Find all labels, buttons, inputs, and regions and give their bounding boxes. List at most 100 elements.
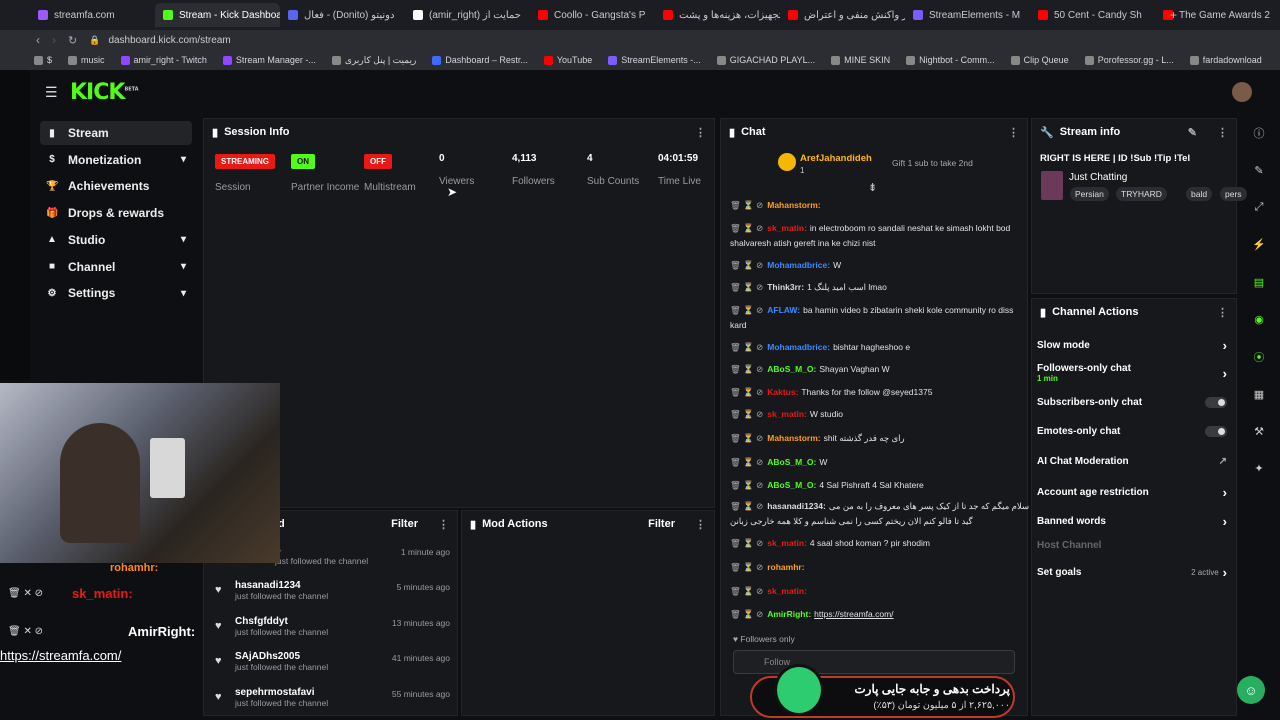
bookmark-item[interactable]: Porofessor.gg - L...	[1084, 55, 1174, 65]
tab-2[interactable]: Stream - Kick Dashboard	[155, 3, 280, 27]
channel-action-ai-chat-moderation[interactable]: AI Chat Moderation ↗	[1037, 456, 1227, 467]
chat-input[interactable]: Follow	[733, 650, 1015, 674]
channel-action-subscribers-only-chat[interactable]: Subscribers-only chat	[1037, 397, 1227, 408]
sidebar-item-studio[interactable]: ▲ Studio ▾	[40, 228, 192, 252]
toggle-switch[interactable]	[1205, 397, 1227, 408]
more-options-icon[interactable]: ⋮	[438, 518, 449, 531]
mod-action-icons[interactable]: 🗑 ⏳ ⊘	[730, 433, 763, 443]
chat-username[interactable]: Kaktus:	[767, 387, 798, 397]
chat-username[interactable]: Mohamadbrice:	[767, 342, 830, 352]
bookmark-item[interactable]: Clip Queue	[1010, 55, 1069, 65]
mod-action-icons[interactable]: 🗑 ⏳ ⊘	[730, 223, 763, 233]
bookmark-item[interactable]: music	[68, 55, 105, 65]
mod-action-icons[interactable]: 🗑 ⏳ ⊘	[730, 609, 763, 619]
sidebar-item-settings[interactable]: ⚙ Settings ▾	[40, 281, 192, 305]
bookmark-item[interactable]: Stream Manager -...	[222, 55, 316, 65]
bookmark-item[interactable]: StreamElements -...	[608, 55, 701, 65]
page-icon[interactable]: ▤	[1250, 273, 1268, 291]
more-options-icon[interactable]: ⋮	[1217, 126, 1228, 139]
tab-6[interactable]: تجهیزات، هزینه‌ها و پشت	[655, 3, 780, 27]
mod-action-icons[interactable]: 🗑 ⏳ ⊘	[730, 562, 763, 572]
bookmark-item[interactable]: YouTube	[543, 55, 592, 65]
sidebar-item-achievements[interactable]: 🏆 Achievements	[40, 174, 192, 198]
chat-username[interactable]: sk_matin:	[767, 586, 807, 596]
mod-action-icons[interactable]: 🗑 ⏳ ⊘	[730, 457, 763, 467]
mod-action-icons[interactable]: 🗑 ⏳ ⊘	[730, 260, 763, 270]
chat-username[interactable]: ABoS_M_O:	[767, 364, 816, 374]
hamburger-menu-icon[interactable]: ☰	[45, 84, 58, 101]
tab-3[interactable]: فعال - (Donito) دونیتو	[280, 3, 405, 27]
bookmark-item[interactable]: MINE SKIN	[831, 55, 890, 65]
chat-username[interactable]: rohamhr:	[767, 562, 804, 572]
chat-username[interactable]: AFLAW:	[767, 305, 800, 315]
mod-action-icons[interactable]: 🗑 ⏳ ⊘	[730, 342, 763, 352]
tag[interactable]: pers	[1220, 187, 1247, 201]
chat-username[interactable]: hasanadi1234:	[767, 501, 826, 511]
chat-username[interactable]: sk_matin:	[767, 538, 807, 548]
tag[interactable]: Persian	[1070, 187, 1109, 201]
category-name[interactable]: Just Chatting	[1069, 172, 1127, 183]
sidebar-item-stream[interactable]: ▮ Stream	[40, 121, 192, 145]
mod-action-icons[interactable]: 🗑 ⏳ ⊘	[730, 480, 763, 490]
sidebar-item-monetization[interactable]: $ Monetization ▾	[40, 148, 192, 172]
mod-action-icons[interactable]: 🗑 ⏳ ⊘	[730, 200, 763, 210]
info-icon[interactable]: ⓘ	[1250, 124, 1268, 142]
forward-icon[interactable]: ›	[52, 33, 56, 47]
pencil-icon[interactable]: ✎	[1250, 161, 1268, 179]
mod-action-icons[interactable]: 🗑 ⏳ ⊘	[730, 409, 763, 419]
mod-action-icons[interactable]: 🗑 ⏳ ⊘	[730, 586, 763, 596]
sidebar-item-drops-rewards[interactable]: 🎁 Drops & rewards	[40, 201, 192, 225]
channel-action-set-goals[interactable]: Set goals 2 active ›	[1037, 565, 1227, 580]
tab-9[interactable]: 50 Cent - Candy Sh	[1030, 3, 1155, 27]
tab-1[interactable]: streamfa.com	[30, 3, 155, 27]
chat-username[interactable]: Think3rr:	[767, 282, 804, 292]
broadcast-icon[interactable]: ⦿	[1250, 348, 1268, 366]
support-chat-icon[interactable]: ☺	[1237, 676, 1265, 704]
new-tab-button[interactable]: +	[1170, 8, 1177, 22]
chat-username[interactable]: AmirRight:	[767, 609, 811, 619]
more-options-icon[interactable]: ⋮	[695, 126, 706, 139]
scroll-down-icon[interactable]: ⇟	[868, 181, 877, 194]
chat-username[interactable]: Mahanstorm:	[767, 433, 820, 443]
more-options-icon[interactable]: ⋮	[1008, 126, 1019, 139]
bookmark-item[interactable]: $	[34, 55, 52, 65]
filter-button[interactable]: Filter	[648, 518, 675, 530]
chat-username[interactable]: sk_matin:	[767, 223, 807, 233]
overlay-link[interactable]: https://streamfa.com/	[0, 648, 121, 663]
channel-action-emotes-only-chat[interactable]: Emotes-only chat	[1037, 426, 1227, 437]
bolt-icon[interactable]: ⚡	[1250, 236, 1268, 254]
mod-action-icons[interactable]: 🗑 ⏳ ⊘	[730, 282, 763, 292]
tab-7[interactable]: از واکنش منفی و اعتراض	[780, 3, 905, 27]
kick-logo[interactable]: KICKBETA	[70, 80, 139, 105]
back-icon[interactable]: ‹	[36, 33, 40, 47]
expand-icon[interactable]: ⤢	[1250, 199, 1268, 217]
tag[interactable]: TRYHARD	[1116, 187, 1167, 201]
reload-icon[interactable]: ↻	[68, 34, 77, 47]
avatar[interactable]	[1232, 82, 1252, 102]
tag[interactable]: bald	[1186, 187, 1213, 201]
mod-action-icons[interactable]: 🗑 ⏳ ⊘	[730, 305, 763, 315]
bookmark-item[interactable]: fardadownload	[1189, 55, 1262, 65]
pinned-gifter-name[interactable]: ArefJahandideh	[800, 153, 872, 164]
mod-action-icons[interactable]: 🗑 ⏳ ⊘	[730, 538, 763, 548]
chat-text[interactable]: https://streamfa.com/	[814, 609, 893, 619]
chat-bubble-icon[interactable]: ◉	[1250, 311, 1268, 329]
tab-8[interactable]: StreamElements - M	[905, 3, 1030, 27]
bookmark-item[interactable]: amir_right - Twitch	[120, 55, 207, 65]
channel-action-account-age-restriction[interactable]: Account age restriction ›	[1037, 485, 1227, 500]
sidebar-item-channel[interactable]: ■ Channel ▾	[40, 255, 192, 279]
channel-action-banned-words[interactable]: Banned words ›	[1037, 514, 1227, 529]
mod-action-icons[interactable]: 🗑 ⏳ ⊘	[730, 387, 763, 397]
puzzle-icon[interactable]: ✦	[1250, 460, 1268, 478]
tab-4[interactable]: (amir_right) حمایت از	[405, 3, 530, 27]
tab-5[interactable]: Coollo - Gangsta's P	[530, 3, 655, 27]
bookmark-item[interactable]: ریمیت | پنل کاربری	[331, 55, 416, 66]
more-options-icon[interactable]: ⋮	[1217, 306, 1228, 319]
toggle-switch[interactable]	[1205, 426, 1227, 437]
channel-action-slow-mode[interactable]: Slow mode ›	[1037, 338, 1227, 353]
chat-username[interactable]: ABoS_M_O:	[767, 480, 816, 490]
more-options-icon[interactable]: ⋮	[695, 518, 706, 531]
chat-username[interactable]: ABoS_M_O:	[767, 457, 816, 467]
wrench-icon[interactable]: ⚒	[1250, 422, 1268, 440]
mod-action-icons[interactable]: 🗑 ⏳ ⊘	[730, 364, 763, 374]
